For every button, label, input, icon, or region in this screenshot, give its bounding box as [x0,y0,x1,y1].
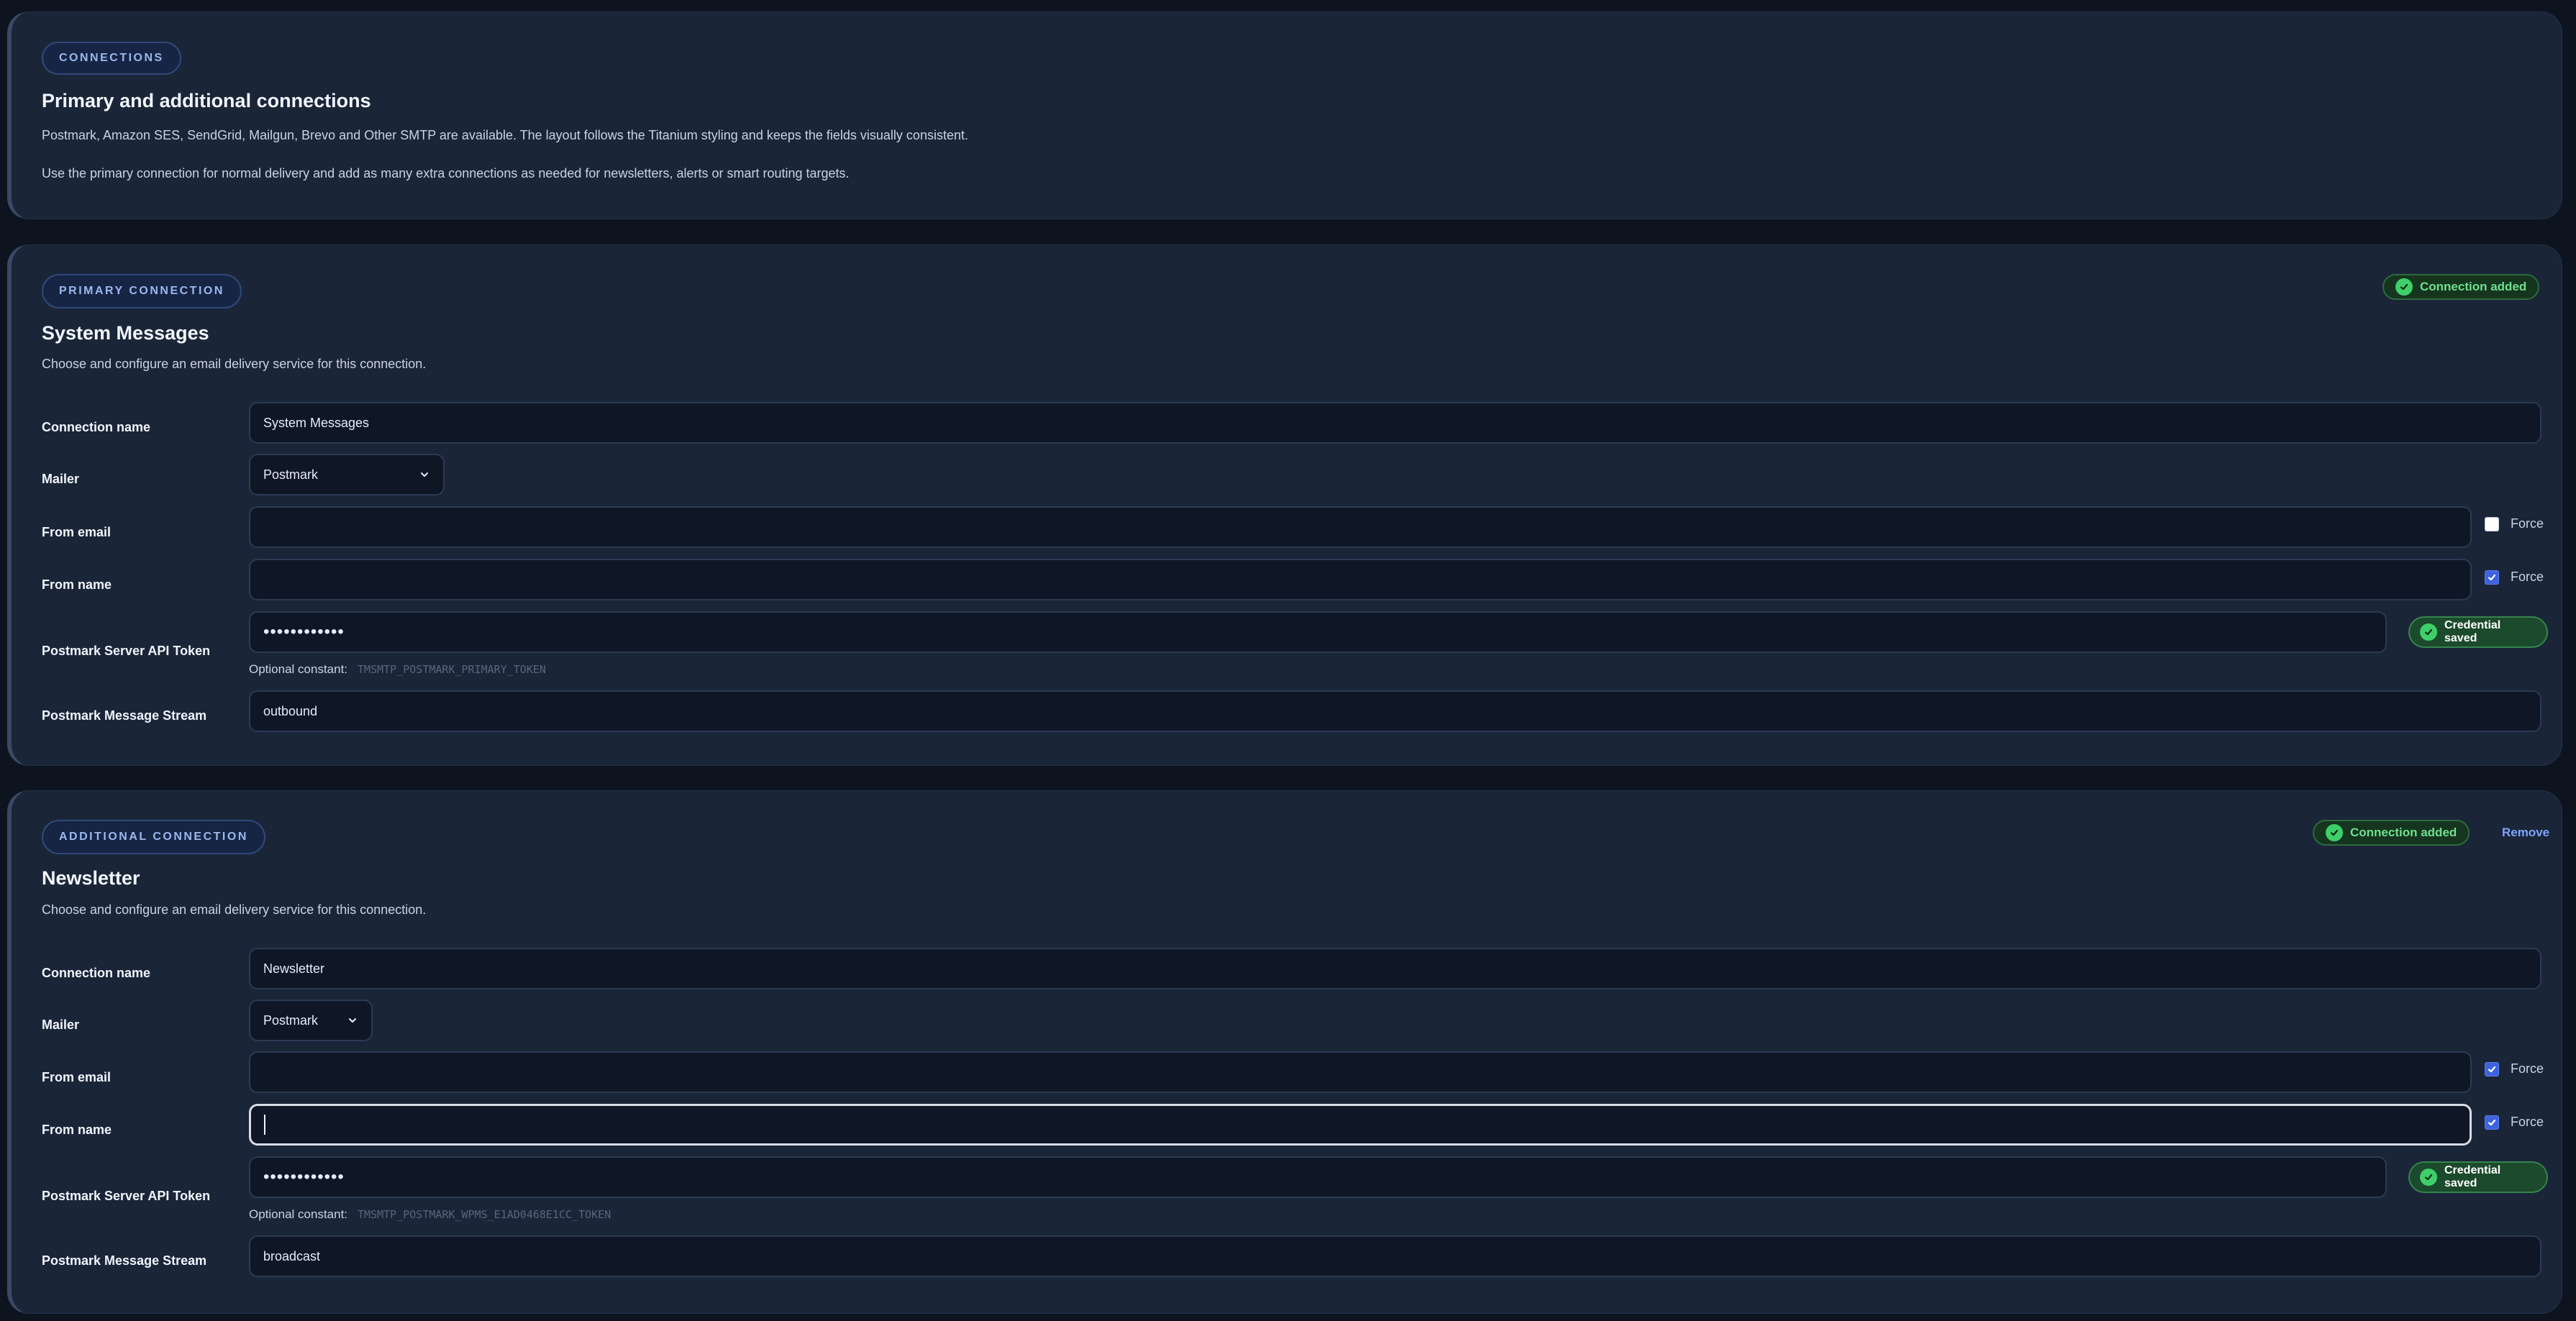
optional-constant: Optional constant: TMSMTP_POSTMARK_WPMS_… [249,1207,611,1222]
from-email-force-checkbox[interactable] [2485,516,2499,531]
from-name-input[interactable] [249,1104,2472,1146]
intro-card: Connections Primary and additional conne… [7,12,2562,219]
connection-status-text: Connection added [2350,826,2457,839]
mailer-label: Mailer [42,472,80,486]
checkbox-checked-icon[interactable] [2485,570,2499,585]
credential-saved-badge: Credential saved [2408,616,2548,648]
from-name-label: From name [42,1123,112,1137]
message-stream-input[interactable]: broadcast [249,1235,2541,1277]
from-email-force[interactable]: Force [2485,1061,2544,1077]
connection-description: Choose and configure an email delivery s… [42,902,427,917]
mailer-select[interactable]: Postmark [249,1000,373,1041]
optional-constant-value: TMSMTP_POSTMARK_PRIMARY_TOKEN [358,663,546,676]
connection-type-pill: Primary connection [42,274,242,308]
api-token-label: Postmark Server API Token [42,644,211,658]
message-stream-label: Postmark Message Stream [42,708,207,723]
text-caret [264,1115,265,1135]
credential-saved-badge: Credential saved [2408,1161,2548,1193]
checkbox-checked-icon[interactable] [2485,1061,2499,1077]
remove-connection-link[interactable]: Remove [2502,826,2549,840]
connection-name-input[interactable]: Newsletter [249,948,2541,989]
check-circle-icon [2326,824,2343,841]
from-name-input[interactable] [249,559,2472,600]
connection-status-text: Connection added [2420,280,2527,293]
credential-saved-text: Credential saved [2444,1164,2501,1189]
checkbox-checked-icon[interactable] [2485,1115,2499,1130]
from-name-force[interactable]: Force [2485,1115,2544,1130]
section-description: Postmark, Amazon SES, SendGrid, Mailgun,… [42,128,968,142]
mailer-select-value: Postmark [263,1013,319,1028]
message-stream-input[interactable]: outbound [249,690,2541,732]
optional-constant-label: Optional constant: [249,662,348,676]
from-email-input[interactable] [249,1051,2472,1093]
force-label: Force [2511,516,2544,531]
optional-constant-label: Optional constant: [249,1207,348,1221]
connection-status-badge: Connection added [2313,820,2470,846]
check-circle-icon [2395,278,2413,296]
optional-constant-value: TMSMTP_POSTMARK_WPMS_E1AD0468E1CC_TOKEN [358,1208,611,1221]
connection-description: Choose and configure an email delivery s… [42,357,427,371]
connection-name-label: Connection name [42,420,151,434]
connection-title: System Messages [42,322,209,344]
optional-constant: Optional constant: TMSMTP_POSTMARK_PRIMA… [249,662,546,677]
api-token-input[interactable]: •••••••••••• [249,611,2387,653]
chevron-down-icon [349,1018,356,1023]
mailer-label: Mailer [42,1018,80,1032]
force-label: Force [2511,1061,2544,1076]
check-circle-icon [2420,623,2437,641]
force-label: Force [2511,1115,2544,1129]
mailer-select-value: Postmark [263,467,319,482]
connection-title: Newsletter [42,867,140,889]
mailer-select[interactable]: Postmark [249,454,445,495]
from-email-force[interactable]: Force [2485,516,2544,531]
api-token-label: Postmark Server API Token [42,1189,211,1203]
section-pill: Connections [42,42,181,75]
from-email-label: From email [42,1070,111,1084]
primary-connection-card: Primary connection Connection added Syst… [7,244,2562,766]
connection-status-badge: Connection added [2382,274,2540,300]
chevron-down-icon [421,472,428,477]
from-email-label: From email [42,525,111,539]
credential-saved-text: Credential saved [2444,619,2501,644]
check-circle-icon [2420,1169,2437,1186]
section-description-secondary: Use the primary connection for normal de… [42,166,850,180]
additional-connection-card: Additional connection Connection added R… [7,790,2562,1314]
connection-name-label: Connection name [42,966,151,980]
api-token-input[interactable]: •••••••••••• [249,1156,2387,1198]
section-title: Primary and additional connections [42,90,371,111]
from-name-force[interactable]: Force [2485,570,2544,585]
connection-name-input[interactable]: System Messages [249,402,2541,444]
from-name-label: From name [42,577,112,592]
from-email-input[interactable] [249,506,2472,548]
force-label: Force [2511,570,2544,584]
connection-type-pill: Additional connection [42,820,265,854]
message-stream-label: Postmark Message Stream [42,1253,207,1268]
